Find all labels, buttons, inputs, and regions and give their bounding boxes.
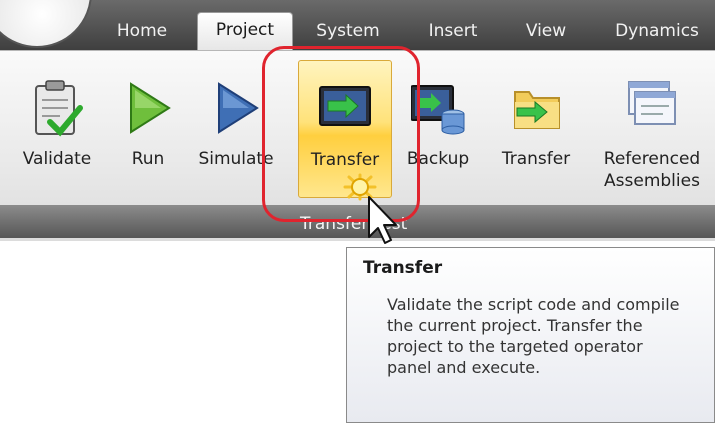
simulate-play-icon bbox=[218, 82, 259, 134]
referenced-assemblies-button[interactable]: Referenced Assemblies bbox=[592, 60, 712, 198]
transfer-folder-label: Transfer bbox=[501, 149, 571, 169]
tooltip: Transfer Validate the script code and co… bbox=[346, 247, 715, 423]
clipboard-check-icon bbox=[35, 80, 83, 137]
validate-button[interactable]: Validate bbox=[14, 60, 100, 198]
tab-project[interactable]: Project bbox=[197, 12, 293, 51]
run-label: Run bbox=[131, 149, 165, 169]
tab-dynamics[interactable]: Dynamics bbox=[607, 14, 707, 50]
transfer-folder-button[interactable]: Transfer bbox=[488, 60, 584, 198]
ribbon-tab-strip: Home Project System Insert View Dynamics bbox=[0, 0, 715, 51]
mouse-cursor-icon bbox=[343, 173, 397, 244]
transfer-folder-icon bbox=[514, 91, 560, 129]
assemblies-label: Assemblies bbox=[604, 171, 700, 191]
tab-view[interactable]: View bbox=[519, 14, 573, 50]
tooltip-body: Validate the script code and compile the… bbox=[387, 295, 680, 377]
tab-insert[interactable]: Insert bbox=[420, 14, 486, 50]
referenced-label: Referenced bbox=[603, 149, 701, 169]
tooltip-title: Transfer bbox=[363, 258, 443, 278]
application-menu-orb[interactable] bbox=[0, 0, 92, 48]
referenced-assemblies-icon bbox=[628, 81, 676, 125]
play-icon bbox=[130, 82, 171, 134]
run-button[interactable]: Run bbox=[118, 60, 178, 198]
tab-system[interactable]: System bbox=[310, 14, 386, 50]
tab-home[interactable]: Home bbox=[112, 14, 172, 50]
referenced-assemblies-label: Referenced Assemblies bbox=[592, 148, 712, 192]
validate-label: Validate bbox=[22, 149, 92, 169]
